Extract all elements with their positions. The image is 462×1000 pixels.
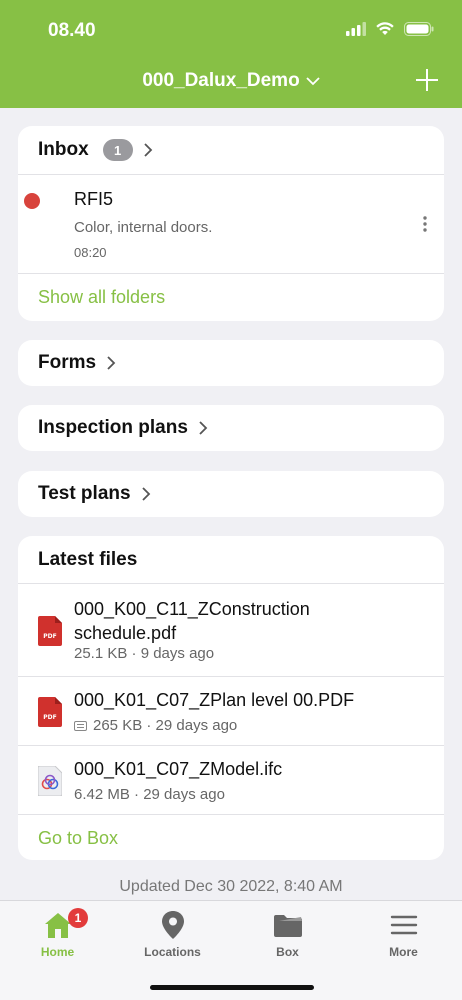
file-meta: 265 KB · 29 days ago — [93, 717, 238, 734]
forms-title: Forms — [38, 352, 97, 373]
rfi-title: RFI5 — [74, 189, 114, 209]
project-name: 000_Dalux_Demo — [142, 70, 300, 91]
go-to-box-link[interactable]: Go to Box — [18, 815, 444, 860]
signal-icon — [346, 22, 366, 36]
rfi-subtitle: Color, internal doors. — [74, 219, 213, 236]
status-icons — [346, 22, 434, 36]
tab-box-label: Box — [276, 945, 299, 959]
latest-files-card: Latest files PDF 000_K00_C11_ZConstructi… — [18, 536, 444, 860]
battery-icon — [404, 22, 434, 36]
latest-files-title: Latest files — [38, 548, 138, 570]
pdf-file-icon: PDF — [38, 616, 62, 646]
menu-icon — [390, 915, 417, 935]
tab-more-label: More — [389, 945, 418, 959]
show-all-folders-link[interactable]: Show all folders — [18, 274, 444, 321]
tab-home-label: Home — [40, 945, 75, 959]
go-to-box-label: Go to Box — [38, 827, 119, 848]
folder-icon — [273, 915, 302, 937]
chevron-right-icon — [107, 356, 116, 370]
inbox-title: Inbox — [38, 139, 89, 160]
home-notification-badge: 1 — [68, 908, 88, 928]
chevron-down-icon — [306, 77, 320, 86]
chevron-right-icon — [199, 421, 208, 435]
status-time: 08.40 — [48, 20, 96, 41]
app-header: 08.40 000_Dalux_Demo — [0, 0, 462, 108]
file-name: 000_K01_C07_ZModel.ifc — [74, 759, 283, 779]
file-item[interactable]: PDF 000_K00_C11_ZConstruction schedule.p… — [18, 584, 444, 676]
more-vertical-icon[interactable] — [422, 215, 428, 233]
inbox-header[interactable]: Inbox 1 — [18, 126, 444, 174]
inspection-plans-card[interactable]: Inspection plans — [18, 405, 444, 451]
tab-locations-label: Locations — [144, 945, 201, 959]
svg-text:PDF: PDF — [43, 633, 56, 640]
file-name-line2: schedule.pdf — [74, 623, 177, 643]
file-item[interactable]: 000_K01_C07_ZModel.ifc 6.42 MB · 29 days… — [18, 746, 444, 814]
ifc-file-icon — [38, 766, 62, 796]
test-plans-title: Test plans — [38, 483, 131, 504]
chevron-right-icon — [141, 487, 150, 501]
inbox-count-badge: 1 — [102, 139, 133, 161]
test-plans-card[interactable]: Test plans — [18, 471, 444, 517]
add-button[interactable] — [414, 67, 440, 93]
chevron-right-icon — [144, 143, 152, 157]
inbox-card: Inbox 1 RFI5 Color, internal doors. 08:2… — [18, 126, 444, 321]
wifi-icon — [376, 22, 394, 35]
inspection-plans-title: Inspection plans — [38, 417, 188, 438]
file-name: 000_K01_C07_ZPlan level 00.PDF — [74, 690, 355, 710]
project-selector[interactable]: 000_Dalux_Demo — [0, 70, 462, 92]
tab-locations[interactable]: Locations — [115, 901, 230, 971]
svg-text:PDF: PDF — [43, 714, 56, 721]
rfi-time: 08:20 — [74, 245, 107, 260]
pdf-file-icon: PDF — [38, 697, 62, 727]
tab-home[interactable]: 1 Home — [0, 901, 115, 971]
show-all-folders-label: Show all folders — [38, 287, 166, 307]
file-name-line1: 000_K00_C11_ZConstruction — [74, 599, 310, 619]
tab-box[interactable]: Box — [230, 901, 345, 971]
updated-timestamp: Updated Dec 30 2022, 8:40 AM — [119, 878, 343, 895]
home-indicator — [150, 985, 314, 990]
forms-card[interactable]: Forms — [18, 340, 444, 386]
rfi-status-dot — [24, 193, 40, 209]
tab-more[interactable]: More — [346, 901, 461, 971]
inbox-item-rfi5[interactable]: RFI5 Color, internal doors. 08:20 — [18, 175, 444, 273]
file-meta: 25.1 KB · 9 days ago — [74, 645, 215, 662]
downloaded-icon — [74, 720, 87, 731]
file-item[interactable]: PDF 000_K01_C07_ZPlan level 00.PDF 265 K… — [18, 677, 444, 745]
file-meta: 6.42 MB · 29 days ago — [74, 786, 225, 803]
location-pin-icon — [161, 911, 184, 939]
